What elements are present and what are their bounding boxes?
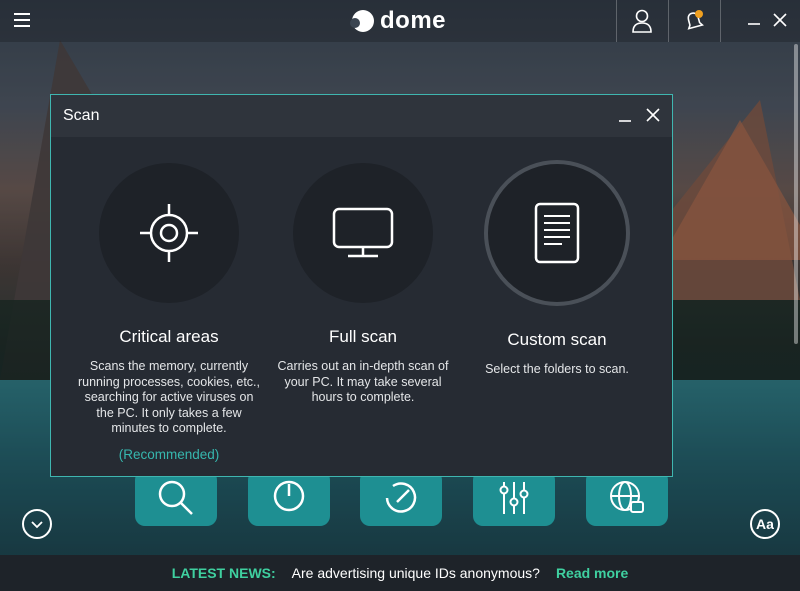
globe-lock-icon	[610, 481, 644, 513]
crosshair-icon	[140, 204, 198, 262]
divider	[720, 0, 721, 42]
expand-button[interactable]	[22, 509, 52, 539]
dialog-close-icon[interactable]	[645, 107, 661, 123]
recommended-label: (Recommended)	[118, 446, 220, 462]
chevron-down-icon	[31, 521, 43, 529]
news-bar: LATEST NEWS: Are advertising unique IDs …	[0, 555, 800, 591]
dock-tile-power[interactable]	[248, 470, 330, 526]
option-description: Carries out an in-depth scan of your PC.…	[277, 359, 449, 404]
app-logo: dome	[350, 6, 447, 36]
dock-tile-refresh[interactable]	[360, 470, 442, 526]
option-circle-selected	[484, 160, 630, 306]
option-circle	[99, 163, 239, 303]
logo-mark-icon	[350, 10, 374, 32]
option-title: Custom scan	[507, 330, 607, 349]
scrollbar[interactable]	[794, 44, 798, 344]
search-icon	[158, 480, 193, 515]
read-more-link[interactable]: Read more	[556, 565, 628, 581]
dock-tile-sliders[interactable]	[473, 470, 555, 526]
user-button[interactable]	[617, 0, 667, 42]
news-label: LATEST NEWS:	[171, 565, 276, 581]
power-icon	[273, 480, 305, 512]
dock-tile-globe-lock[interactable]	[586, 470, 668, 526]
logo-text: dome	[380, 7, 447, 34]
document-icon	[534, 202, 580, 264]
bell-icon	[687, 10, 704, 30]
dialog-header: Scan	[51, 95, 672, 137]
minimize-icon[interactable]	[744, 10, 764, 30]
notifications-button[interactable]	[669, 0, 719, 42]
close-icon[interactable]	[770, 10, 790, 30]
dialog-title: Scan	[63, 107, 100, 124]
option-circle	[293, 163, 433, 303]
refresh-icon	[385, 482, 417, 513]
option-description: Select the folders to scan.	[485, 362, 629, 376]
critical-areas-option[interactable]: Critical areas Scans the memory, current…	[72, 163, 266, 462]
scan-dialog: Scan Critical areas Scans the memory, cu…	[50, 94, 673, 477]
hamburger-menu-icon[interactable]	[14, 13, 30, 27]
option-title: Critical areas	[119, 327, 219, 346]
option-title: Full scan	[328, 327, 398, 346]
option-description: Scans the memory, currently running proc…	[77, 359, 261, 435]
top-bar: dome	[0, 0, 800, 42]
user-icon	[632, 9, 652, 33]
news-headline[interactable]: Are advertising unique IDs anonymous?	[292, 565, 540, 581]
full-scan-option[interactable]: Full scan Carries out an in-depth scan o…	[266, 163, 460, 406]
custom-scan-option[interactable]: Custom scan Select the folders to scan.	[460, 160, 654, 378]
monitor-icon	[332, 207, 394, 258]
dock-tile-search[interactable]	[135, 470, 217, 526]
sliders-icon	[499, 482, 529, 514]
font-size-button[interactable]: Aa	[750, 509, 780, 539]
dialog-minimize-icon[interactable]	[617, 109, 633, 125]
